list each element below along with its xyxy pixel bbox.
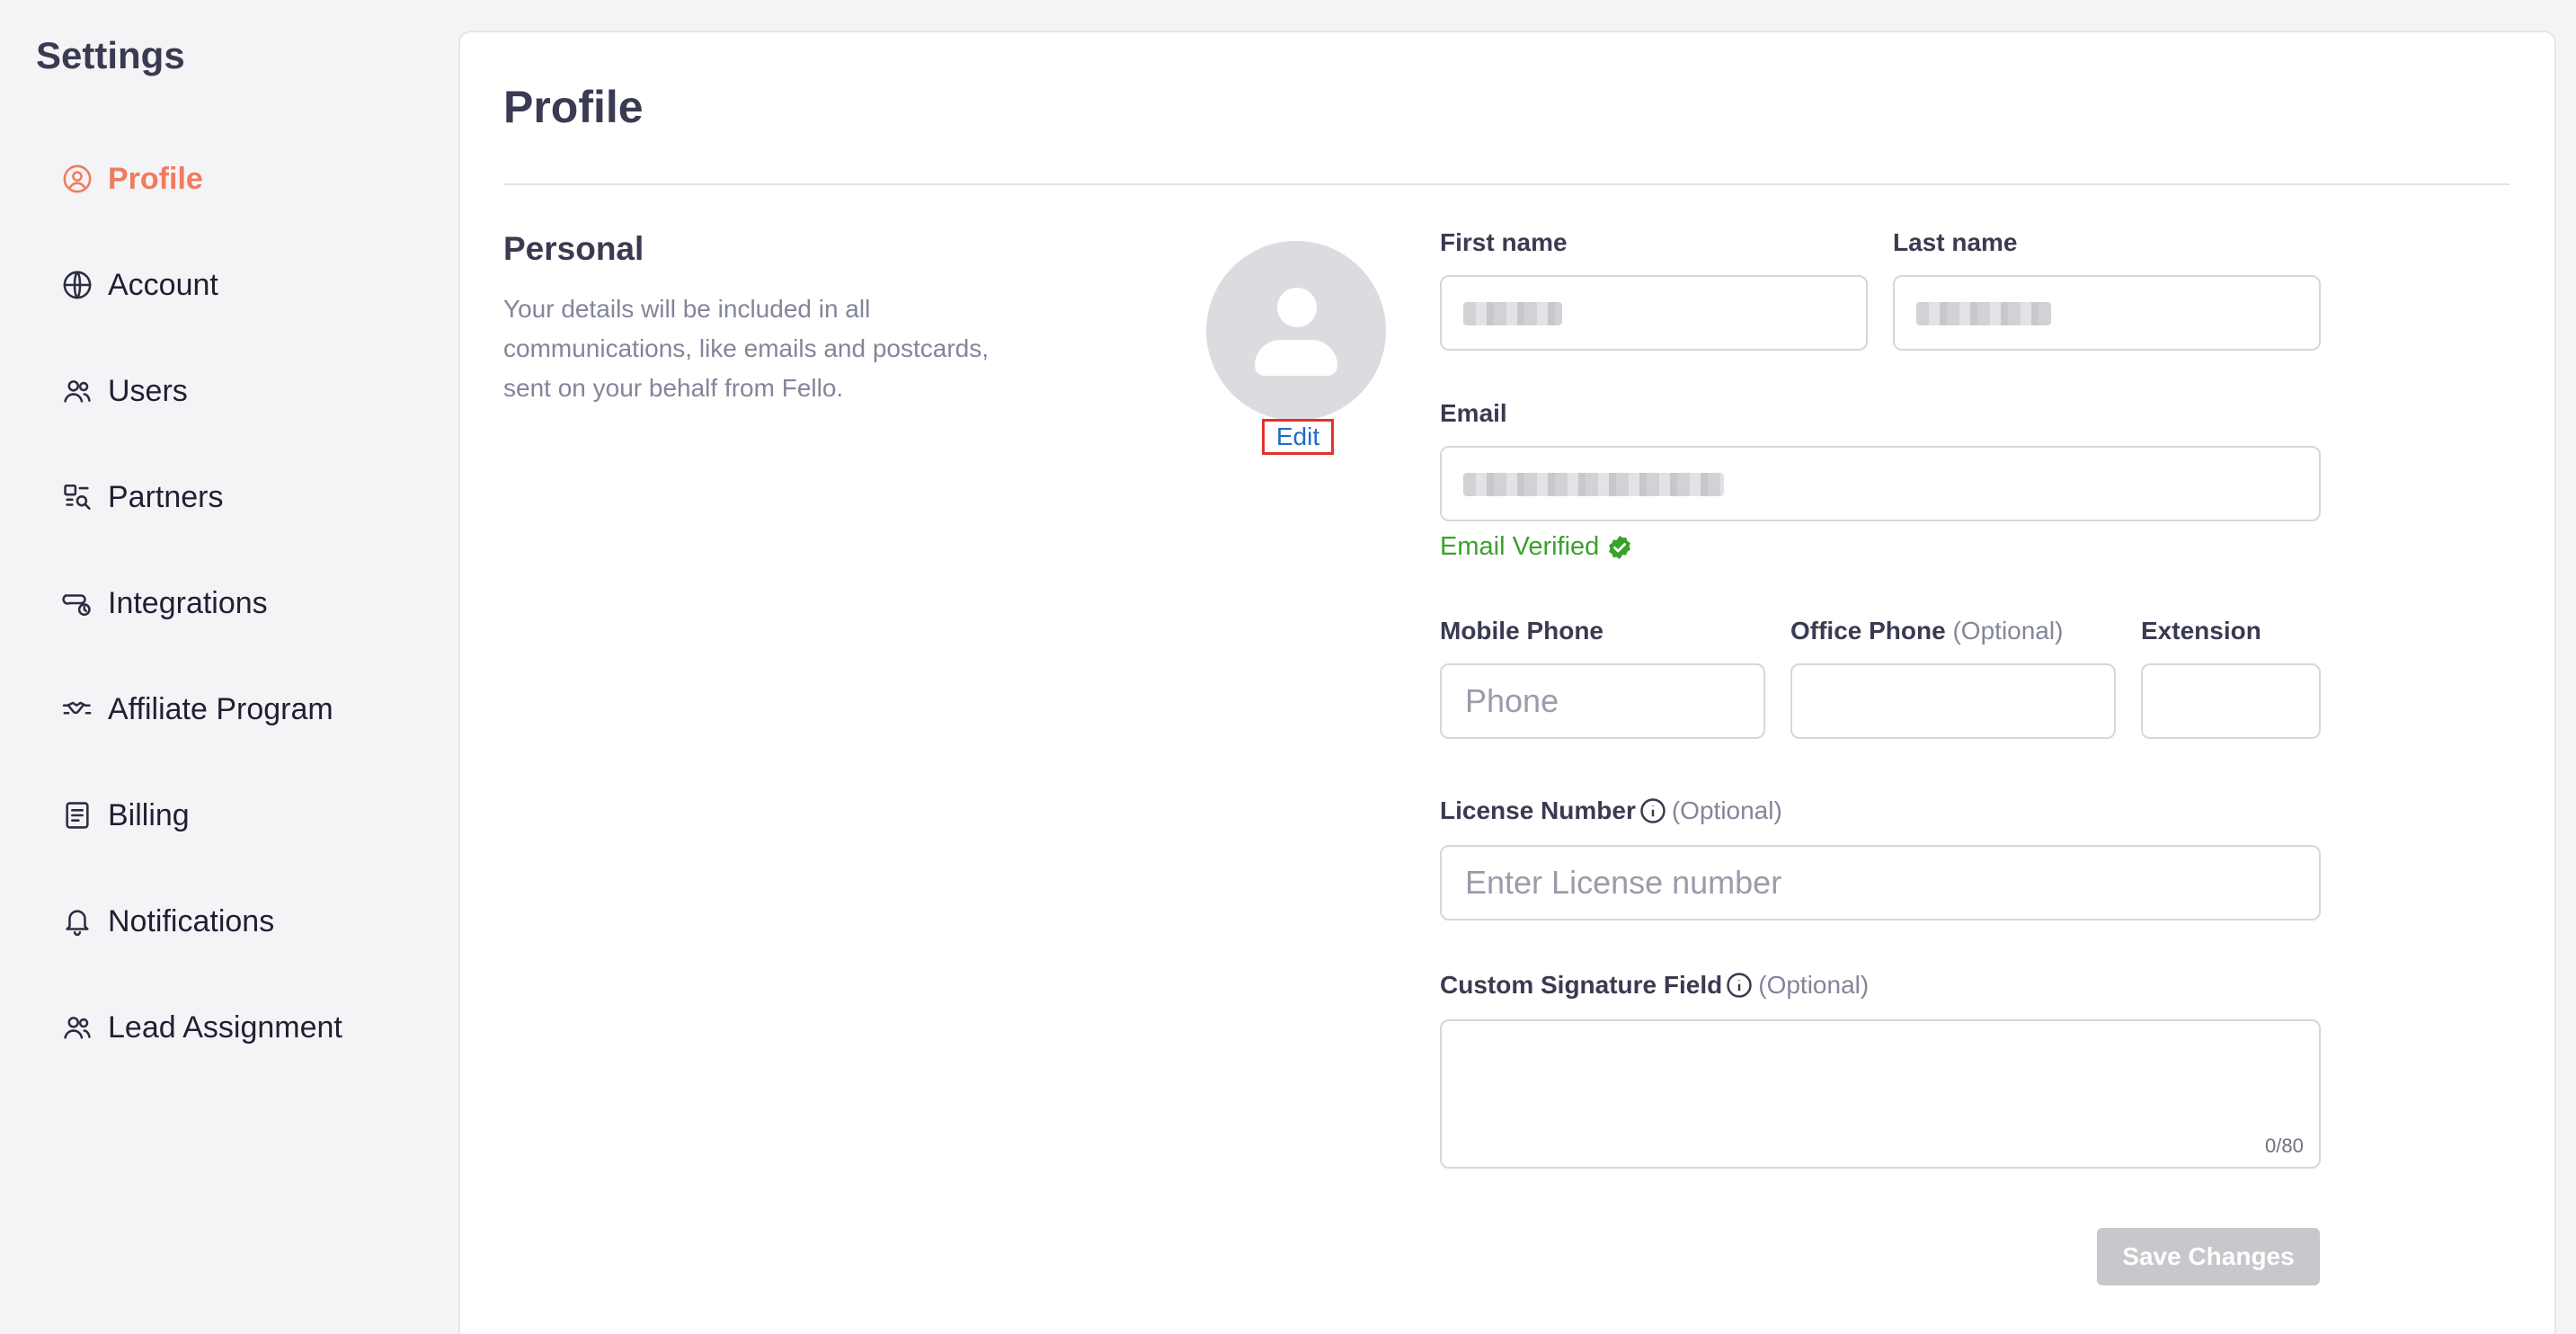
globe-icon xyxy=(61,269,93,301)
redacted-value xyxy=(1463,302,1562,325)
document-icon xyxy=(61,799,93,832)
sidebar-item-profile[interactable]: Profile xyxy=(61,126,439,232)
sidebar-item-label: Users xyxy=(108,373,188,408)
last-name-field[interactable] xyxy=(1893,275,2321,351)
redacted-value xyxy=(1463,473,1724,496)
partners-icon xyxy=(61,481,93,513)
section-title: Personal xyxy=(503,230,644,267)
email-verified-status: Email Verified xyxy=(1440,532,1633,562)
sidebar-item-affiliate-program[interactable]: Affiliate Program xyxy=(61,656,439,762)
sidebar-item-label: Lead Assignment xyxy=(108,1009,342,1045)
sidebar-item-label: Profile xyxy=(108,161,203,196)
email-label: Email xyxy=(1440,399,1507,427)
sidebar-item-integrations[interactable]: Integrations xyxy=(61,550,439,656)
sidebar-item-notifications[interactable]: Notifications xyxy=(61,868,439,974)
sidebar: Settings Profile Account Users Partners xyxy=(0,0,458,1334)
office-phone-label: Office Phone (Optional) xyxy=(1790,617,2064,645)
verified-badge-icon xyxy=(1609,535,1631,559)
first-name-field[interactable] xyxy=(1440,275,1868,351)
sidebar-item-billing[interactable]: Billing xyxy=(61,762,439,868)
bell-icon xyxy=(61,905,93,938)
extension-label: Extension xyxy=(2141,617,2261,645)
mobile-phone-label: Mobile Phone xyxy=(1440,617,1603,645)
handshake-icon xyxy=(61,693,93,725)
divider xyxy=(503,183,2509,185)
office-phone-input[interactable] xyxy=(1790,663,2116,739)
avatar[interactable] xyxy=(1206,241,1386,421)
sidebar-item-users[interactable]: Users xyxy=(61,338,439,444)
info-icon[interactable] xyxy=(1639,797,1666,824)
mobile-phone-input[interactable] xyxy=(1440,663,1765,739)
integrations-icon xyxy=(61,587,93,619)
extension-input[interactable] xyxy=(2141,663,2321,739)
sidebar-nav: Profile Account Users Partners Integrati… xyxy=(61,126,439,1081)
section-description: Your details will be included in all com… xyxy=(503,295,990,402)
users-icon xyxy=(61,1011,93,1044)
first-name-label: First name xyxy=(1440,228,1568,256)
license-number-input[interactable] xyxy=(1440,845,2321,920)
sidebar-item-lead-assignment[interactable]: Lead Assignment xyxy=(61,974,439,1081)
sidebar-item-label: Account xyxy=(108,267,218,302)
last-name-label: Last name xyxy=(1893,228,2018,256)
edit-avatar-link[interactable]: Edit xyxy=(1262,419,1334,455)
users-icon xyxy=(61,375,93,407)
custom-signature-label: Custom Signature Field (Optional) xyxy=(1440,971,1870,999)
sidebar-item-label: Partners xyxy=(108,479,224,514)
sidebar-title: Settings xyxy=(36,34,185,76)
sidebar-item-label: Billing xyxy=(108,797,190,832)
redacted-value xyxy=(1916,302,2051,325)
custom-signature-textarea[interactable] xyxy=(1440,1019,2321,1169)
sidebar-item-account[interactable]: Account xyxy=(61,232,439,338)
sidebar-item-label: Notifications xyxy=(108,903,275,938)
sidebar-item-partners[interactable]: Partners xyxy=(61,444,439,550)
profile-card: Profile Personal Your details will be in… xyxy=(458,31,2556,1334)
info-icon[interactable] xyxy=(1726,972,1753,999)
page-title: Profile xyxy=(503,82,644,132)
sidebar-item-label: Affiliate Program xyxy=(108,691,333,726)
save-changes-button[interactable]: Save Changes xyxy=(2097,1228,2320,1285)
sidebar-item-label: Integrations xyxy=(108,585,268,620)
character-counter: 0/80 xyxy=(2265,1134,2304,1157)
email-field[interactable] xyxy=(1440,446,2321,521)
avatar-placeholder-icon xyxy=(1277,288,1317,327)
user-circle-icon xyxy=(61,163,93,195)
license-number-label: License Number (Optional) xyxy=(1440,796,1782,824)
